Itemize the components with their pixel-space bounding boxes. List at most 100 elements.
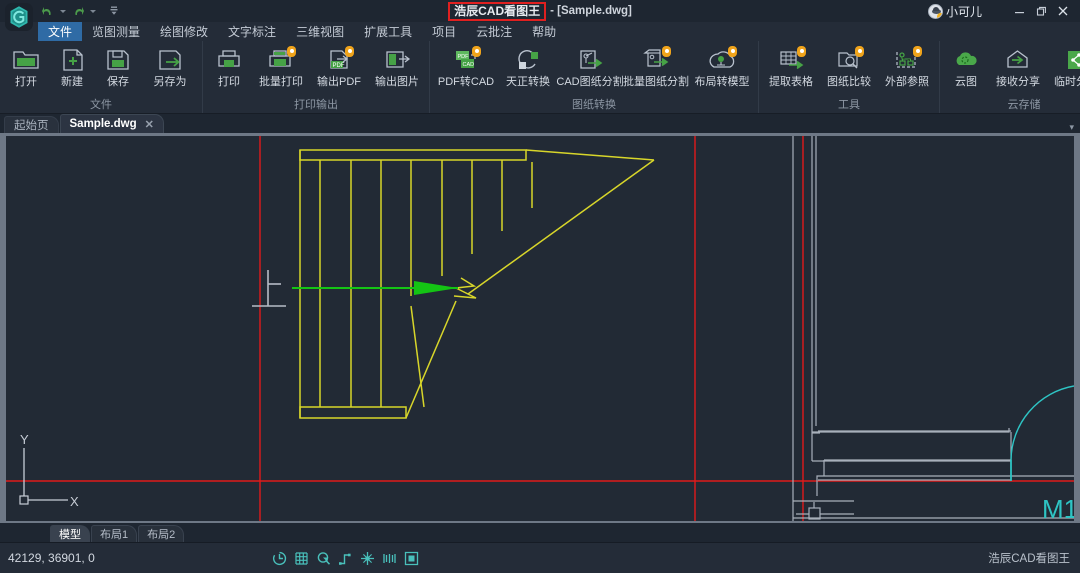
layout-tab-layout2[interactable]: 布局2	[138, 525, 184, 542]
menu-item-3d-view[interactable]: 三维视图	[286, 22, 354, 41]
ucs-icon: Y X	[20, 432, 79, 509]
stair-direction-arrow	[292, 281, 458, 295]
tangent-convert-label: 天正转换	[506, 76, 550, 88]
export-pdf-button[interactable]: PDF 输出PDF	[310, 43, 368, 88]
redo-dropdown-button[interactable]	[88, 2, 98, 20]
export-image-button[interactable]: 输出图片	[368, 43, 426, 88]
drawing-canvas[interactable]: M1	[6, 136, 1074, 521]
open-button[interactable]: 打开	[3, 43, 49, 88]
export-image-icon	[382, 46, 412, 74]
save-button[interactable]: 保存	[95, 43, 141, 88]
menu-item-view-measure[interactable]: 览图测量	[82, 22, 150, 41]
new-label: 新建	[61, 76, 83, 88]
status-toggle-group	[270, 549, 421, 568]
zoom-snap-toggle[interactable]	[314, 549, 333, 568]
cloud-drawing-button[interactable]: 云图	[943, 43, 989, 88]
stair-up-label	[252, 270, 286, 306]
chevron-down-icon	[60, 10, 66, 13]
fullscreen-toggle[interactable]	[402, 549, 421, 568]
drawing-split-label: CAD图纸分割	[556, 76, 623, 88]
save-as-icon	[155, 46, 185, 74]
ribbon-group-cloud: 云图 接收分享	[940, 41, 1080, 113]
close-icon[interactable]: ✕	[145, 118, 154, 131]
minimize-button[interactable]	[1008, 0, 1030, 22]
polar-track-toggle[interactable]	[336, 549, 355, 568]
title-bar: 浩辰CAD看图王 - [Sample.dwg] 小可儿	[0, 0, 1080, 22]
tab-sample-dwg[interactable]: Sample.dwg ✕	[60, 114, 164, 133]
undo-button[interactable]	[40, 2, 56, 20]
external-reference-icon	[892, 46, 922, 74]
close-button[interactable]	[1052, 0, 1074, 22]
document-tab-bar: 起始页 Sample.dwg ✕ ▾	[0, 114, 1080, 133]
svg-text:PDF: PDF	[333, 63, 345, 69]
layout-tab-model[interactable]: 模型	[50, 525, 90, 542]
cloud-drawing-label: 云图	[955, 76, 977, 88]
window-title: 浩辰CAD看图王 - [Sample.dwg]	[0, 0, 1080, 22]
customize-quick-access-button[interactable]	[106, 2, 122, 20]
axis-lines	[6, 136, 1074, 521]
receive-share-button[interactable]: 接收分享	[989, 43, 1047, 88]
menu-item-help[interactable]: 帮助	[522, 22, 566, 41]
folder-open-icon	[11, 46, 41, 74]
pdf-to-cad-label: PDF转CAD	[438, 76, 494, 88]
layout-to-model-button[interactable]: 布局转模型	[689, 43, 755, 88]
canvas-right-border	[1074, 133, 1080, 523]
stair-geometry	[300, 150, 654, 418]
menu-item-text-annotation[interactable]: 文字标注	[218, 22, 286, 41]
collapse-ribbon-button[interactable]: ▾	[1069, 122, 1074, 133]
ribbon-group-tools: 提取表格 图纸比较	[759, 41, 940, 113]
temp-share-icon	[1061, 46, 1080, 74]
temp-share-label: 临时分享	[1054, 76, 1080, 88]
layout-to-model-label: 布局转模型	[695, 76, 750, 88]
object-snap-toggle[interactable]	[358, 549, 377, 568]
new-file-icon	[57, 46, 87, 74]
save-as-button[interactable]: 另存为	[141, 43, 199, 88]
drawing-split-button[interactable]: CAD图纸分割	[557, 43, 623, 88]
export-pdf-label: 输出PDF	[317, 76, 361, 88]
drawing-canvas-frame: M1	[0, 133, 1080, 523]
extract-table-label: 提取表格	[769, 76, 813, 88]
menu-item-draw-modify[interactable]: 绘图修改	[150, 22, 218, 41]
ribbon: 打开 新建	[0, 41, 1080, 114]
svg-text:Y: Y	[20, 432, 29, 447]
tab-start-page[interactable]: 起始页	[4, 116, 59, 133]
new-button[interactable]: 新建	[49, 43, 95, 88]
user-account[interactable]: 小可儿	[928, 3, 982, 20]
ribbon-group-cloud-title: 云存储	[943, 98, 1080, 113]
title-bar-right: 小可儿	[928, 0, 1074, 22]
menu-item-cloud-annotation[interactable]: 云批注	[466, 22, 522, 41]
dynamic-input-toggle[interactable]	[380, 549, 399, 568]
vip-badge-icon	[913, 46, 922, 57]
vip-badge-icon	[472, 46, 481, 57]
menu-item-project[interactable]: 项目	[422, 22, 466, 41]
extract-table-button[interactable]: 提取表格	[762, 43, 820, 88]
ortho-toggle[interactable]	[270, 549, 289, 568]
menu-item-extend-tools[interactable]: 扩展工具	[354, 22, 422, 41]
batch-print-button[interactable]: 批量打印	[252, 43, 310, 88]
vip-badge-icon	[855, 46, 864, 57]
compare-drawing-button[interactable]: 图纸比较	[820, 43, 878, 88]
vip-badge-icon	[728, 46, 737, 57]
menu-item-file[interactable]: 文件	[38, 22, 82, 41]
temp-share-button[interactable]: 临时分享	[1047, 43, 1080, 88]
undo-dropdown-button[interactable]	[58, 2, 68, 20]
export-image-label: 输出图片	[375, 76, 419, 88]
status-brand-label: 浩辰CAD看图王	[988, 550, 1070, 566]
ribbon-group-tools-title: 工具	[762, 98, 936, 113]
vip-badge-icon	[662, 46, 671, 57]
maximize-button[interactable]	[1030, 0, 1052, 22]
external-reference-button[interactable]: 外部参照	[878, 43, 936, 88]
redo-button[interactable]	[70, 2, 86, 20]
svg-text:CAD: CAD	[463, 62, 475, 68]
tangent-convert-button[interactable]: 天正转换	[499, 43, 557, 88]
drawing-split-icon	[575, 46, 605, 74]
batch-split-button[interactable]: 批量图纸分割	[623, 43, 689, 88]
layout-tab-layout1[interactable]: 布局1	[91, 525, 137, 542]
ribbon-group-print-title: 打印输出	[206, 98, 426, 113]
chevron-down-icon	[90, 10, 96, 13]
pdf-to-cad-button[interactable]: PDF CAD PDF转CAD	[433, 43, 499, 88]
grid-toggle[interactable]	[292, 549, 311, 568]
door-symbol	[1011, 386, 1074, 481]
print-button[interactable]: 打印	[206, 43, 252, 88]
avatar	[928, 4, 943, 19]
